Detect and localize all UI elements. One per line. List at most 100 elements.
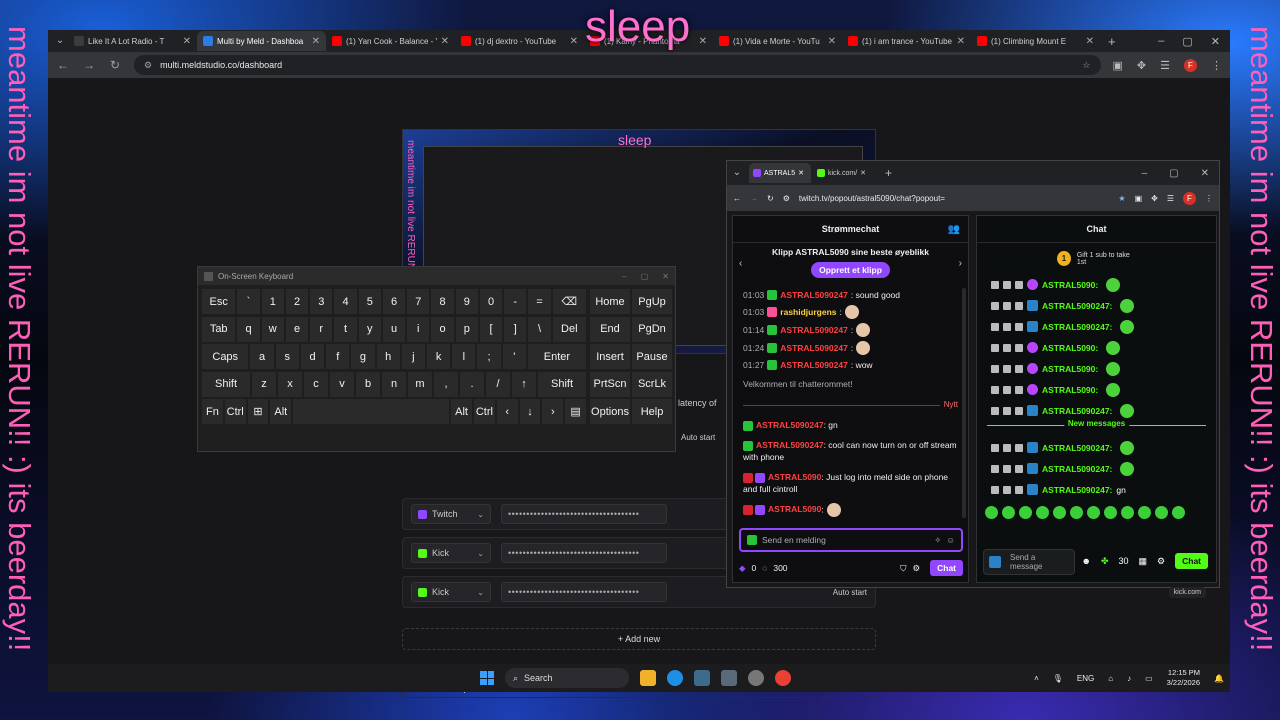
add-new-button[interactable]: + Add new xyxy=(402,628,876,650)
close-icon[interactable]: ✕ xyxy=(828,36,836,47)
key-q[interactable]: q xyxy=(237,316,260,342)
emote-image[interactable] xyxy=(1121,506,1134,519)
key-[interactable]: , xyxy=(434,371,458,397)
message-username[interactable]: ASTRAL5090: xyxy=(1042,343,1098,353)
minimize-icon[interactable]: – xyxy=(1158,35,1164,48)
browser-tab[interactable]: (1) i am trance - YouTube ✕ xyxy=(842,31,971,51)
key-enter[interactable]: Enter xyxy=(527,344,586,370)
create-clip-button[interactable]: Opprett et klipp xyxy=(811,262,890,278)
message-username[interactable]: ASTRAL5090247: xyxy=(1042,464,1112,474)
key-scrlk[interactable]: ScrLk xyxy=(632,371,672,397)
ban-icon[interactable] xyxy=(1015,406,1023,415)
key-[interactable]: . xyxy=(460,371,484,397)
key-shift[interactable]: Shift xyxy=(202,371,250,397)
maximize-icon[interactable]: ▢ xyxy=(1182,35,1192,48)
key-i[interactable]: i xyxy=(407,316,430,342)
app-icon[interactable] xyxy=(748,670,764,686)
notifications-icon[interactable]: 🔔 xyxy=(1214,674,1224,683)
timeout-icon[interactable] xyxy=(1003,443,1011,452)
key-y[interactable]: y xyxy=(358,316,381,342)
key-0[interactable]: 0 xyxy=(479,289,503,314)
platform-select[interactable]: Kick ⌄ xyxy=(411,582,491,602)
maximize-icon[interactable]: ▢ xyxy=(641,272,649,281)
key-[interactable]: - xyxy=(504,289,527,314)
site-info-icon[interactable]: ⚙ xyxy=(144,60,152,71)
message-username[interactable]: ASTRAL5090247: xyxy=(1042,443,1112,453)
emote-image[interactable] xyxy=(1036,506,1049,519)
key-home[interactable]: Home xyxy=(590,289,630,314)
auto-start-label[interactable]: Auto start xyxy=(833,588,867,597)
timeout-icon[interactable] xyxy=(1003,406,1011,415)
tab-search-icon[interactable]: ⌄ xyxy=(52,33,68,49)
emote-image[interactable] xyxy=(1019,506,1032,519)
emote-image[interactable] xyxy=(1002,506,1015,519)
emote-picker-icon[interactable]: ☻ xyxy=(1081,556,1090,566)
emote-picker-icon[interactable]: ☺ xyxy=(946,535,955,545)
extensions-icon[interactable]: ✥ xyxy=(1137,59,1146,72)
stream-key-field[interactable]: •••••••••••••••••••••••••••••••••••• xyxy=(501,582,667,602)
kick-points-icon[interactable]: ✤ xyxy=(1101,556,1109,567)
key-pgdn[interactable]: PgDn xyxy=(632,316,672,342)
key-tab[interactable]: Tab xyxy=(202,316,236,342)
timeout-icon[interactable] xyxy=(1003,343,1011,352)
ban-icon[interactable] xyxy=(1015,364,1023,373)
close-icon[interactable]: ✕ xyxy=(1201,168,1209,179)
emote-image[interactable] xyxy=(1070,506,1083,519)
key-[interactable]: / xyxy=(486,371,510,397)
battery-icon[interactable]: ▭ xyxy=(1145,674,1153,683)
chat-scrollbar[interactable] xyxy=(962,288,966,518)
timeout-icon[interactable] xyxy=(1003,464,1011,473)
key-[interactable]: ▤ xyxy=(565,399,586,425)
key-v[interactable]: v xyxy=(330,371,354,397)
key-[interactable]: ‹ xyxy=(496,399,518,425)
key-a[interactable]: a xyxy=(250,344,274,370)
key-[interactable]: ; xyxy=(477,344,501,370)
key-z[interactable]: z xyxy=(252,371,276,397)
moderation-icon[interactable] xyxy=(991,280,999,289)
clock[interactable]: 12:15 PM 3/22/2026 xyxy=(1167,668,1200,688)
popout-tab[interactable]: kick.com/✕ xyxy=(813,163,875,183)
key-1[interactable]: 1 xyxy=(261,289,284,314)
key-[interactable]: ↑ xyxy=(512,371,536,397)
key-6[interactable]: 6 xyxy=(382,289,406,314)
gift-sub-banner[interactable]: 1 Gift 1 sub to take 1st xyxy=(977,243,1216,274)
ban-icon[interactable] xyxy=(1015,280,1023,289)
volume-icon[interactable]: ♪ xyxy=(1127,674,1131,683)
key-j[interactable]: j xyxy=(401,344,425,370)
microphone-icon[interactable]: 🎙 xyxy=(1053,674,1063,683)
maximize-icon[interactable]: ▢ xyxy=(1169,168,1178,179)
key-n[interactable]: n xyxy=(382,371,406,397)
browser-tab[interactable]: (1) Yan Cook - Balance - Y ✕ xyxy=(326,31,455,51)
key-g[interactable]: g xyxy=(351,344,375,370)
key-pause[interactable]: Pause xyxy=(632,344,672,370)
key-e[interactable]: e xyxy=(285,316,309,342)
profile-avatar[interactable]: F xyxy=(1183,191,1196,205)
key-4[interactable]: 4 xyxy=(334,289,357,314)
back-icon[interactable]: ← xyxy=(733,194,741,203)
key-5[interactable]: 5 xyxy=(358,289,381,314)
browser-tab[interactable]: (1) dj dextro - YouTube ✕ xyxy=(455,31,584,51)
emote-image[interactable] xyxy=(985,506,998,519)
key-del[interactable]: Del xyxy=(552,316,586,342)
message-username[interactable]: ASTRAL5090247 xyxy=(756,440,824,450)
close-icon[interactable]: ✕ xyxy=(699,36,707,47)
moderation-icon[interactable] xyxy=(991,364,999,373)
platform-select[interactable]: Kick ⌄ xyxy=(411,543,491,563)
message-username[interactable]: ASTRAL5090247: xyxy=(1042,322,1112,332)
site-info-icon[interactable]: ⚙ xyxy=(783,194,790,203)
channel-points-icon[interactable]: ◌ xyxy=(762,563,767,573)
close-icon[interactable]: ✕ xyxy=(1086,36,1094,47)
timeout-icon[interactable] xyxy=(1003,385,1011,394)
reading-list-icon[interactable]: ☰ xyxy=(1160,59,1170,72)
key-[interactable]: ` xyxy=(237,289,260,314)
address-bar[interactable]: ⚙ multi.meldstudio.co/dashboard ☆ xyxy=(134,55,1101,75)
key-[interactable]: ] xyxy=(504,316,527,342)
moderation-icon[interactable] xyxy=(991,485,999,494)
moderation-icon[interactable] xyxy=(991,322,999,331)
minimize-icon[interactable]: – xyxy=(622,272,626,281)
network-icon[interactable]: ⌂ xyxy=(1108,674,1113,683)
timeout-icon[interactable] xyxy=(1003,322,1011,331)
key-c[interactable]: c xyxy=(304,371,328,397)
ban-icon[interactable] xyxy=(1015,385,1023,394)
message-username[interactable]: ASTRAL5090247 xyxy=(780,342,848,354)
